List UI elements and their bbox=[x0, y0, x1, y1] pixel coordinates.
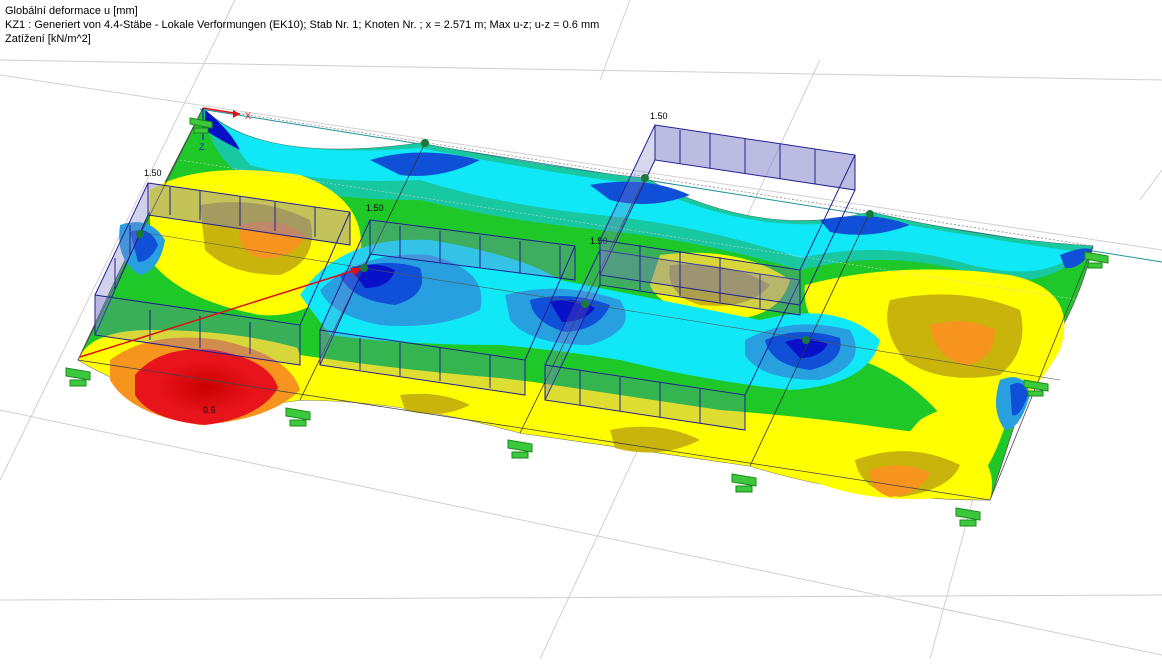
3d-viewport[interactable]: 1.50 1.50 1.50 1.50 0.6 X Z bbox=[0, 0, 1162, 660]
node-marker bbox=[802, 336, 810, 344]
support-icon bbox=[65, 367, 91, 387]
node-marker bbox=[581, 300, 589, 308]
support-icon bbox=[1023, 379, 1049, 397]
load-value-left: 1.50 bbox=[144, 168, 162, 178]
node-marker bbox=[421, 139, 429, 147]
node-marker bbox=[136, 230, 144, 238]
result-type-label: Globální deformace u [mm] bbox=[5, 5, 138, 17]
support-icon bbox=[507, 439, 533, 459]
load-unit-label: Zatížení [kN/m^2] bbox=[5, 33, 91, 45]
load-value-center: 1.50 bbox=[366, 203, 384, 213]
node-marker bbox=[866, 210, 874, 218]
load-case-description: KZ1 : Generiert von 4.4-Stäbe - Lokale V… bbox=[5, 19, 600, 31]
node-marker bbox=[360, 264, 368, 272]
support-icon bbox=[731, 473, 757, 493]
node-marker bbox=[641, 174, 649, 182]
axis-x-label: X bbox=[245, 111, 251, 121]
support-icon bbox=[955, 507, 981, 527]
max-value-label: 0.6 bbox=[203, 405, 216, 415]
axis-z-label: Z bbox=[199, 142, 205, 152]
support-icon bbox=[1084, 251, 1109, 269]
load-value-top-right: 1.50 bbox=[650, 111, 668, 121]
support-icon bbox=[285, 407, 311, 427]
result-info-panel: Globální deformace u [mm] KZ1 : Generier… bbox=[5, 4, 599, 46]
